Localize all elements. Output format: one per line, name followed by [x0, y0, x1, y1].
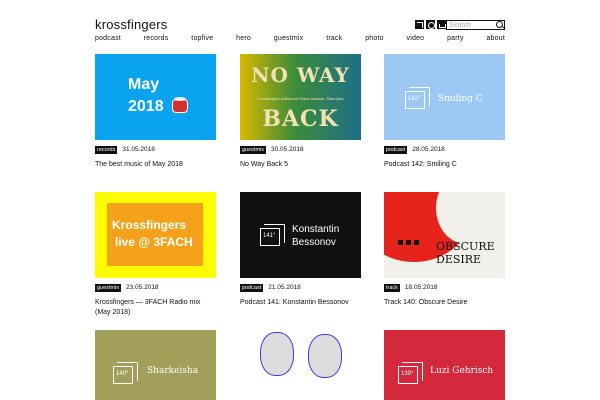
category-tag[interactable]: records: [95, 145, 118, 154]
post-thumbnail[interactable]: NO WAY Krossfingers rediscover Rara clas…: [240, 54, 361, 140]
nav-photo[interactable]: photo: [365, 35, 384, 42]
post-title[interactable]: Track 140: Obscure Desire: [384, 298, 505, 308]
post-thumbnail[interactable]: 139° Luzi Gehrisch: [384, 330, 505, 400]
nav-about[interactable]: about: [486, 35, 505, 42]
post-thumbnail[interactable]: Krossfingers live @ 3FACH: [95, 192, 216, 278]
post-title[interactable]: Podcast 142: Smiling C: [384, 160, 505, 170]
post-thumbnail[interactable]: 142° Smiling C: [384, 54, 505, 140]
nav-track[interactable]: track: [326, 35, 342, 42]
search-icon[interactable]: [496, 21, 503, 28]
category-tag[interactable]: track: [384, 283, 400, 292]
thumb-text: NO WAY: [251, 63, 350, 87]
thumb-text: Krossfingers: [112, 218, 187, 232]
post-date: 30.05.2018: [271, 146, 304, 153]
category-tag[interactable]: guestmix: [95, 283, 122, 292]
post-date: 23.05.2018: [126, 284, 159, 291]
person-photo: [308, 334, 342, 378]
post-date: 28.05.2018: [412, 146, 445, 153]
post-title[interactable]: Podcast 141: Konstantin Bessonov: [240, 298, 361, 308]
cube-icon: 139°: [398, 362, 423, 384]
post-thumbnail[interactable]: [240, 330, 361, 400]
thumb-text: 142°: [408, 96, 421, 102]
soundcloud-icon[interactable]: [415, 20, 424, 29]
nav-podcast[interactable]: podcast: [95, 35, 121, 42]
thumb-text: 140°: [116, 371, 129, 377]
thumb-artwork: [398, 240, 403, 245]
post-card[interactable]: 140° Sharkeisha: [95, 330, 216, 400]
post-title[interactable]: Krossfingers — 3FACH Radio mix (May 2018…: [95, 298, 216, 318]
cube-icon: 140°: [113, 362, 138, 384]
post-card[interactable]: [240, 330, 361, 400]
social-links: [415, 20, 446, 29]
nav-guestmix[interactable]: guestmix: [274, 35, 304, 42]
post-card[interactable]: NO WAY Krossfingers rediscover Rara clas…: [240, 54, 361, 170]
cube-icon: 142°: [405, 87, 430, 109]
thumb-text: DESIRE: [436, 253, 482, 266]
cube-icon: 141°: [260, 224, 285, 246]
post-date: 21.05.2018: [268, 284, 301, 291]
nav-hero[interactable]: hero: [236, 35, 251, 42]
post-thumbnail[interactable]: 141° Konstantin Bessonov: [240, 192, 361, 278]
post-date: 31.05.2018: [122, 146, 155, 153]
nav-records[interactable]: records: [144, 35, 169, 42]
nav-party[interactable]: party: [447, 35, 464, 42]
thumb-text: Bessonov: [292, 237, 336, 248]
thumb-text: 2018: [128, 98, 164, 115]
nav-video[interactable]: video: [407, 35, 425, 42]
post-card[interactable]: Krossfingers live @ 3FACH guestmix 23.05…: [95, 192, 216, 318]
thumb-text: BACK: [262, 106, 339, 132]
search-input[interactable]: [447, 21, 495, 29]
main-nav: podcast records topfive hero guestmix tr…: [95, 35, 505, 42]
post-card[interactable]: May 2018 records 31.05.2018 The best mus…: [95, 54, 216, 170]
site-logo[interactable]: krossfingers: [95, 17, 167, 32]
post-thumbnail[interactable]: OBSCURE DESIRE: [384, 192, 505, 278]
post-thumbnail[interactable]: 140° Sharkeisha: [95, 330, 216, 400]
person-photo: [260, 332, 294, 376]
post-date: 18.05.2018: [404, 284, 438, 291]
drum-icon: [172, 97, 188, 113]
category-tag[interactable]: guestmix: [240, 145, 267, 154]
post-card[interactable]: 141° Konstantin Bessonov podcast 21.05.2…: [240, 192, 361, 308]
category-tag[interactable]: podcast: [240, 283, 264, 292]
thumb-text: Sharkeisha: [147, 366, 199, 376]
nav-topfive[interactable]: topfive: [191, 35, 213, 42]
category-tag[interactable]: podcast: [384, 145, 408, 154]
thumb-artwork: [406, 240, 411, 245]
search-box: [446, 20, 505, 30]
thumb-text: Konstantin: [292, 224, 340, 235]
post-thumbnail[interactable]: May 2018: [95, 54, 216, 140]
post-card[interactable]: 139° Luzi Gehrisch: [384, 330, 505, 400]
post-title[interactable]: The best music of May 2018: [95, 160, 216, 170]
post-title[interactable]: No Way Back 5: [240, 160, 361, 170]
thumb-text: Smiling C: [438, 94, 483, 104]
thumb-artwork: [414, 240, 419, 245]
instagram-icon[interactable]: [426, 20, 435, 29]
post-card[interactable]: OBSCURE DESIRE track 18.05.2018 Track 14…: [384, 192, 505, 308]
thumb-text: 141°: [263, 233, 276, 239]
thumb-text: 139°: [401, 371, 414, 377]
mixcloud-icon[interactable]: [437, 20, 446, 29]
post-card[interactable]: 142° Smiling C podcast 28.05.2018 Podcas…: [384, 54, 505, 170]
thumb-text: live @ 3FACH: [115, 235, 193, 249]
thumb-text: Krossfingers rediscover Rara classics. S…: [257, 96, 344, 101]
thumb-text: OBSCURE: [436, 240, 495, 253]
thumb-text: Luzi Gehrisch: [430, 366, 494, 376]
thumb-text: May: [128, 76, 160, 93]
